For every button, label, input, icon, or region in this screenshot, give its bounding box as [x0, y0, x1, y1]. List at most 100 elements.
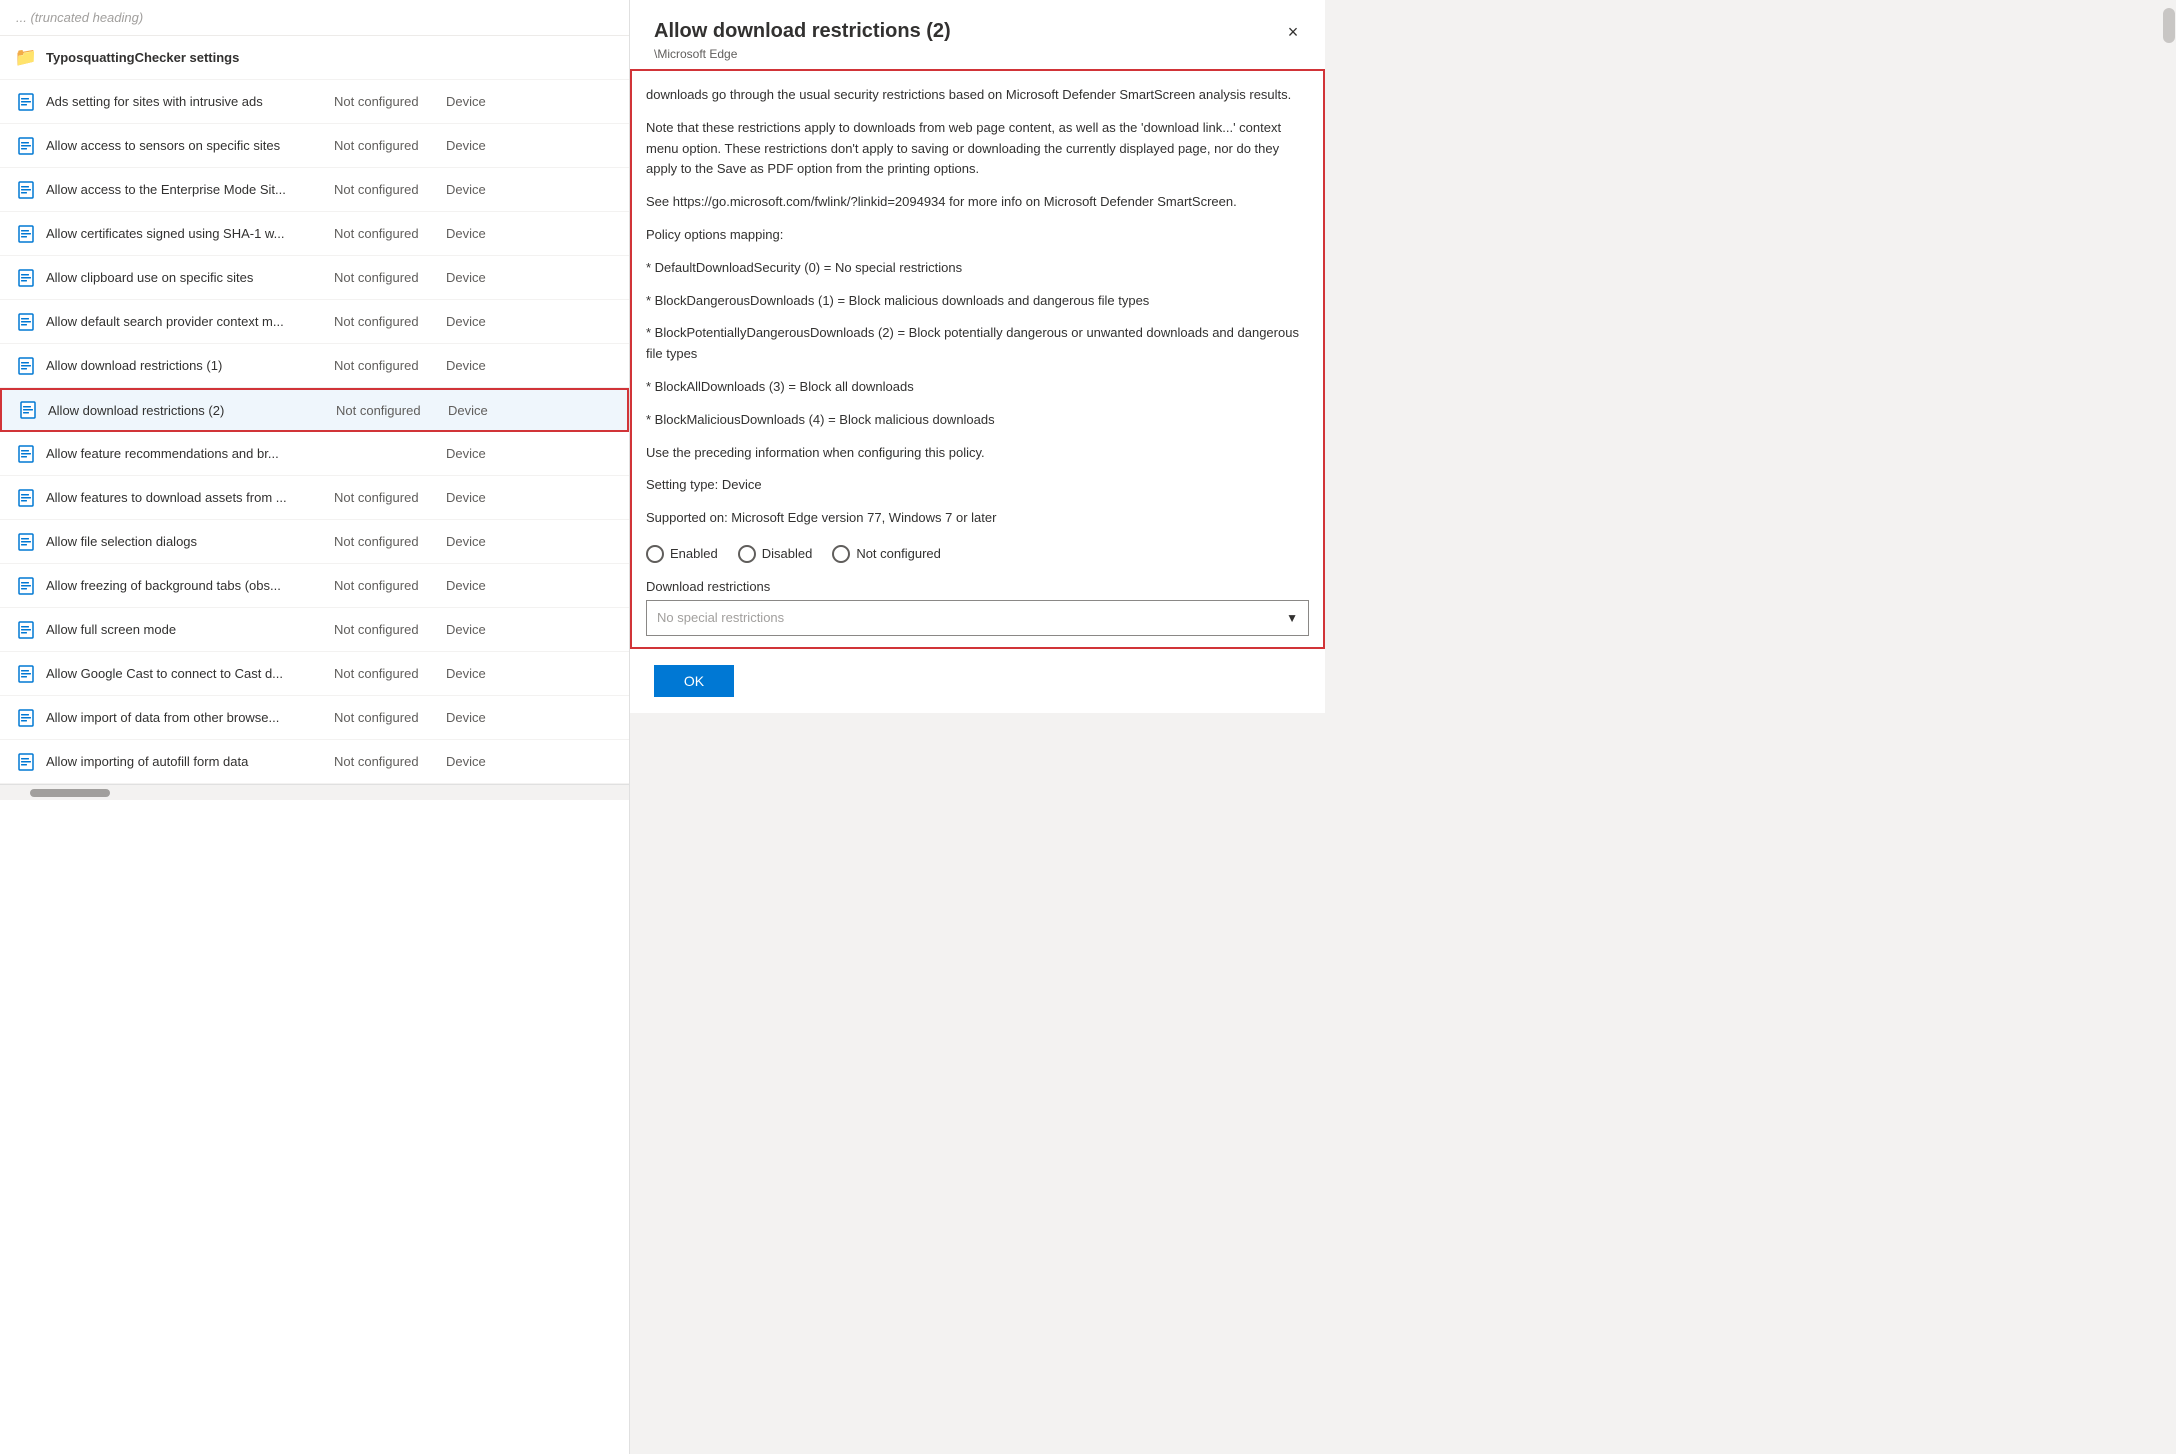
item-scope-feature-rec: Device [446, 446, 516, 461]
radio-options-group: Enabled Disabled Not configured [646, 545, 1309, 563]
list-item-freeze-bg[interactable]: Allow freezing of background tabs (obs..… [0, 564, 629, 608]
item-name-default-search: Allow default search provider context m.… [46, 314, 326, 329]
item-name-ads: Ads setting for sites with intrusive ads [46, 94, 326, 109]
dialog-content: downloads go through the usual security … [630, 69, 1325, 649]
description-para-3: See https://go.microsoft.com/fwlink/?lin… [646, 192, 1309, 213]
dialog-subtitle: \Microsoft Edge [654, 47, 951, 61]
item-scope-sha1: Device [446, 226, 516, 241]
radio-label-enabled: Enabled [670, 546, 718, 561]
list-item-download-restrict-2[interactable]: Allow download restrictions (2) Not conf… [0, 388, 629, 432]
description-para-1: downloads go through the usual security … [646, 85, 1309, 106]
list-item-clipboard[interactable]: Allow clipboard use on specific sites No… [0, 256, 629, 300]
policy-option-2: * BlockPotentiallyDangerousDownloads (2)… [646, 323, 1309, 365]
doc-icon-search [16, 312, 36, 332]
ok-button[interactable]: OK [654, 665, 734, 697]
list-item-import-data[interactable]: Allow import of data from other browse..… [0, 696, 629, 740]
list-item-folder-typosquatting[interactable]: 📁 TyposquattingChecker settings [0, 36, 629, 80]
doc-icon-ads [16, 92, 36, 112]
item-status-file-selection: Not configured [326, 534, 446, 549]
item-name-typosquatting: TyposquattingChecker settings [46, 50, 326, 65]
item-status-download-1: Not configured [326, 358, 446, 373]
item-status-sensors: Not configured [326, 138, 446, 153]
dialog-title: Allow download restrictions (2) [654, 20, 951, 43]
app-container: ... (truncated heading) 📁 TyposquattingC… [0, 0, 2176, 1454]
item-scope-full-screen: Device [446, 622, 516, 637]
chevron-down-icon: ▼ [1286, 611, 1298, 625]
item-scope-features-dl: Device [446, 490, 516, 505]
list-item-features-download[interactable]: Allow features to download assets from .… [0, 476, 629, 520]
radio-btn-disabled[interactable] [738, 545, 756, 563]
list-item-enterprise-mode[interactable]: Allow access to the Enterprise Mode Sit.… [0, 168, 629, 212]
list-item-file-selection[interactable]: Allow file selection dialogs Not configu… [0, 520, 629, 564]
list-item-default-search[interactable]: Allow default search provider context m.… [0, 300, 629, 344]
item-status-import-autofill: Not configured [326, 754, 446, 769]
doc-icon-file-selection [16, 532, 36, 552]
item-name-sha1: Allow certificates signed using SHA-1 w.… [46, 226, 326, 241]
item-status-google-cast: Not configured [326, 666, 446, 681]
setting-type: Setting type: Device [646, 475, 1309, 496]
item-name-feature-rec: Allow feature recommendations and br... [46, 446, 326, 461]
item-scope-enterprise: Device [446, 182, 516, 197]
vertical-scrollbar-track[interactable] [2162, 0, 2176, 1454]
scrollbar-thumb[interactable] [30, 789, 110, 797]
item-scope-freeze-bg: Device [446, 578, 516, 593]
radio-btn-enabled[interactable] [646, 545, 664, 563]
radio-enabled[interactable]: Enabled [646, 545, 718, 563]
item-status-ads: Not configured [326, 94, 446, 109]
policy-note: Use the preceding information when confi… [646, 443, 1309, 464]
dialog-close-button[interactable]: × [1277, 16, 1309, 48]
policy-option-1: * BlockDangerousDownloads (1) = Block ma… [646, 291, 1309, 312]
dropdown-placeholder: No special restrictions [657, 610, 784, 625]
doc-icon-freeze-bg [16, 576, 36, 596]
radio-btn-not-configured[interactable] [832, 545, 850, 563]
list-item-download-restrict-1[interactable]: Allow download restrictions (1) Not conf… [0, 344, 629, 388]
policy-options-heading: Policy options mapping: [646, 225, 1309, 246]
item-scope-file-selection: Device [446, 534, 516, 549]
radio-disabled[interactable]: Disabled [738, 545, 813, 563]
list-item-sensors[interactable]: Allow access to sensors on specific site… [0, 124, 629, 168]
policy-option-4: * BlockMaliciousDownloads (4) = Block ma… [646, 410, 1309, 431]
radio-label-not-configured: Not configured [856, 546, 941, 561]
dialog-title-area: Allow download restrictions (2) \Microso… [654, 20, 951, 61]
item-name-google-cast: Allow Google Cast to connect to Cast d..… [46, 666, 326, 681]
radio-not-configured[interactable]: Not configured [832, 545, 941, 563]
doc-icon-full-screen [16, 620, 36, 640]
description-para-2: Note that these restrictions apply to do… [646, 118, 1309, 180]
horizontal-scrollbar[interactable] [0, 784, 629, 800]
item-status-full-screen: Not configured [326, 622, 446, 637]
list-item-import-autofill[interactable]: Allow importing of autofill form data No… [0, 740, 629, 784]
doc-icon-download-2 [18, 400, 38, 420]
dialog-header: Allow download restrictions (2) \Microso… [630, 0, 1325, 61]
item-name-file-selection: Allow file selection dialogs [46, 534, 326, 549]
list-item-ads[interactable]: Ads setting for sites with intrusive ads… [0, 80, 629, 124]
item-name-download-2: Allow download restrictions (2) [48, 403, 328, 418]
item-scope-import-autofill: Device [446, 754, 516, 769]
radio-label-disabled: Disabled [762, 546, 813, 561]
item-status-sha1: Not configured [326, 226, 446, 241]
item-name-freeze-bg: Allow freezing of background tabs (obs..… [46, 578, 326, 593]
folder-icon: 📁 [16, 48, 36, 68]
item-name-features-dl: Allow features to download assets from .… [46, 490, 326, 505]
item-name-sensors: Allow access to sensors on specific site… [46, 138, 326, 153]
doc-icon-features-dl [16, 488, 36, 508]
list-item-sha1[interactable]: Allow certificates signed using SHA-1 w.… [0, 212, 629, 256]
right-panel: Allow download restrictions (2) \Microso… [630, 0, 2176, 1454]
supported-on: Supported on: Microsoft Edge version 77,… [646, 508, 1309, 529]
dropdown-control[interactable]: No special restrictions ▼ [646, 600, 1309, 636]
dialog: Allow download restrictions (2) \Microso… [630, 0, 1325, 713]
vertical-scrollbar-thumb[interactable] [2163, 8, 2175, 43]
item-scope-sensors: Device [446, 138, 516, 153]
item-status-import-data: Not configured [326, 710, 446, 725]
dropdown-label: Download restrictions [646, 579, 1309, 594]
list-item-google-cast[interactable]: Allow Google Cast to connect to Cast d..… [0, 652, 629, 696]
doc-icon-enterprise [16, 180, 36, 200]
doc-icon-sha1 [16, 224, 36, 244]
item-scope-ads: Device [446, 94, 516, 109]
item-status-enterprise: Not configured [326, 182, 446, 197]
doc-icon-import-data [16, 708, 36, 728]
list-item-full-screen[interactable]: Allow full screen mode Not configured De… [0, 608, 629, 652]
doc-icon-clipboard [16, 268, 36, 288]
doc-icon-google-cast [16, 664, 36, 684]
list-item-feature-rec[interactable]: Allow feature recommendations and br... … [0, 432, 629, 476]
left-panel: ... (truncated heading) 📁 TyposquattingC… [0, 0, 630, 1454]
